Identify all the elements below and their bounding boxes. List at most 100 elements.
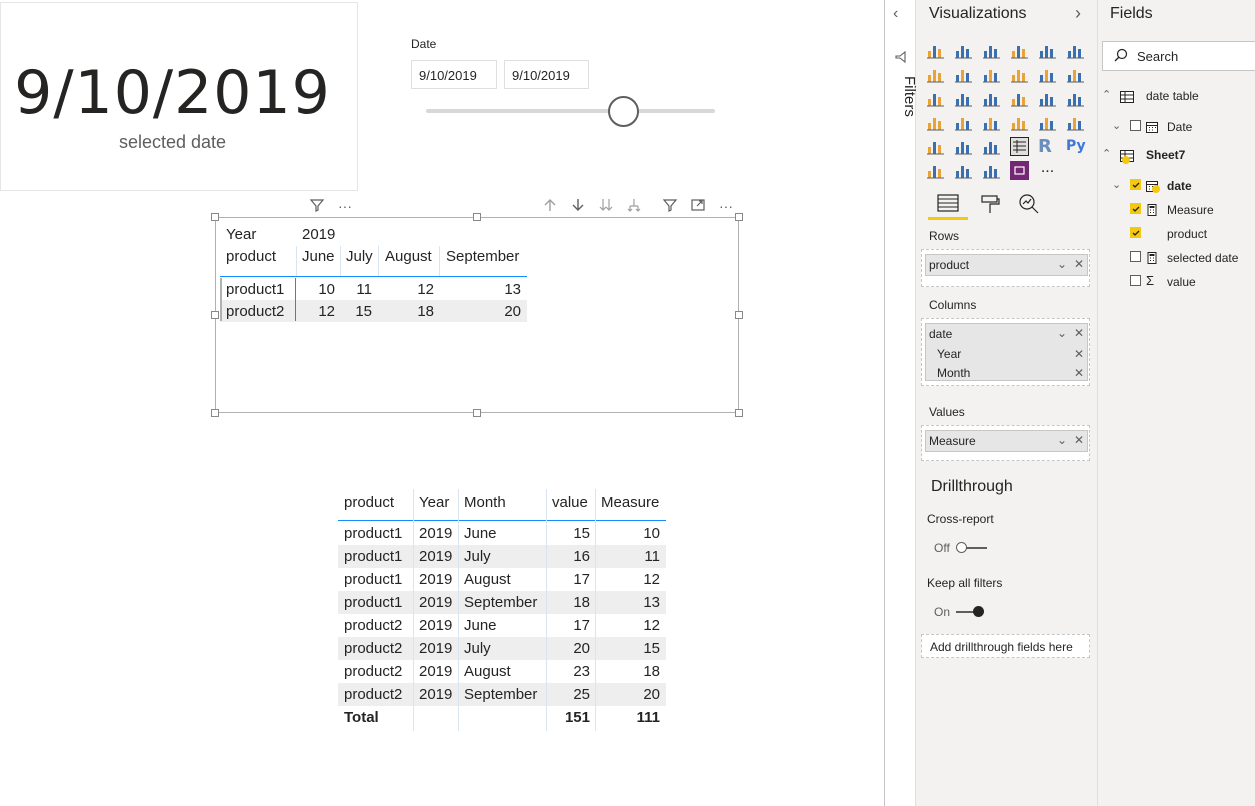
analytics-magnifier-icon[interactable] xyxy=(1018,193,1040,220)
shape-map-icon[interactable] xyxy=(954,113,973,132)
more-visuals-icon[interactable]: ... xyxy=(1038,160,1057,180)
matrix-month-header[interactable]: June xyxy=(302,248,335,265)
field-item[interactable]: ⌄ Date xyxy=(1100,116,1255,138)
field-item[interactable]: product xyxy=(1100,223,1255,245)
decomposition-tree-icon[interactable] xyxy=(954,161,973,180)
filled-map-icon[interactable] xyxy=(926,113,945,132)
slicer-start-date-input[interactable]: 9/10/2019 xyxy=(411,60,497,89)
table-visual[interactable]: product Year Month value Measure product… xyxy=(338,489,666,731)
field-checkbox[interactable] xyxy=(1130,120,1141,131)
expand-pane-icon[interactable]: › xyxy=(1075,3,1081,24)
expand-hierarchy-icon[interactable] xyxy=(625,197,643,215)
report-canvas[interactable]: 9/10/2019 selected date Date 9/10/2019 9… xyxy=(0,0,884,806)
clustered-bar-icon[interactable] xyxy=(982,41,1001,60)
r-visual-icon[interactable]: R xyxy=(1038,137,1057,156)
more-options-icon[interactable]: ··· xyxy=(717,197,735,215)
matrix-month-header[interactable]: September xyxy=(446,248,519,265)
donut-icon[interactable] xyxy=(1010,89,1029,108)
chevron-down-icon[interactable]: ⌄ xyxy=(1057,257,1067,271)
100-stacked-column-icon[interactable] xyxy=(1066,41,1085,60)
field-checkbox[interactable] xyxy=(1130,251,1141,262)
resize-handle[interactable] xyxy=(735,311,743,319)
format-paint-roller-icon[interactable] xyxy=(979,193,1001,220)
resize-handle[interactable] xyxy=(735,213,743,221)
matrix-row-label[interactable]: product1 xyxy=(226,281,284,298)
field-table-name[interactable]: Sheet7 xyxy=(1146,148,1185,162)
map-icon[interactable] xyxy=(1066,89,1085,108)
line-column-icon[interactable] xyxy=(1010,65,1029,84)
field-item[interactable]: Measure xyxy=(1100,199,1255,221)
chevron-down-icon[interactable]: ⌄ xyxy=(1057,433,1067,447)
kpi-icon[interactable] xyxy=(926,137,945,156)
slicer-icon[interactable] xyxy=(954,137,973,156)
line-clustered-column-icon[interactable] xyxy=(1038,65,1057,84)
pie-icon[interactable] xyxy=(982,89,1001,108)
field-checkbox[interactable] xyxy=(1130,203,1141,214)
table-row[interactable]: product1 2019 June 15 10 xyxy=(338,522,666,545)
keep-filters-toggle[interactable] xyxy=(955,605,988,619)
clustered-column-icon[interactable] xyxy=(1010,41,1029,60)
table-header[interactable]: value xyxy=(552,494,588,511)
table-header[interactable]: Measure xyxy=(601,494,659,511)
table-icon[interactable] xyxy=(982,137,1001,156)
close-icon[interactable]: ✕ xyxy=(1074,257,1084,271)
treemap-icon[interactable] xyxy=(1038,89,1057,108)
table-row[interactable]: product2 2019 June 17 12 xyxy=(338,614,666,637)
area-chart-icon[interactable] xyxy=(954,65,973,84)
close-icon[interactable]: ✕ xyxy=(1074,433,1084,447)
filter-icon[interactable] xyxy=(308,197,326,215)
stacked-area-icon[interactable] xyxy=(982,65,1001,84)
resize-handle[interactable] xyxy=(473,409,481,417)
chevron-up-icon[interactable]: ⌃ xyxy=(1102,88,1111,101)
qa-icon[interactable] xyxy=(982,161,1001,180)
power-apps-icon[interactable] xyxy=(1010,161,1029,180)
close-icon[interactable]: ✕ xyxy=(1074,326,1084,340)
resize-handle[interactable] xyxy=(211,213,219,221)
matrix-cell[interactable]: 13 xyxy=(439,281,521,298)
close-icon[interactable]: ✕ xyxy=(1074,366,1084,380)
more-options-icon[interactable]: ··· xyxy=(336,197,354,215)
filters-pane[interactable] xyxy=(884,0,916,806)
stacked-bar-icon[interactable] xyxy=(926,41,945,60)
multi-row-card-icon[interactable] xyxy=(1066,113,1085,132)
field-checkbox[interactable] xyxy=(1130,227,1141,238)
slicer-track[interactable] xyxy=(426,109,715,113)
ribbon-chart-icon[interactable] xyxy=(1066,65,1085,84)
matrix-month-header[interactable]: August xyxy=(385,248,432,265)
table-row[interactable]: product1 2019 July 16 11 xyxy=(338,545,666,568)
fields-well-icon[interactable] xyxy=(935,193,961,220)
drill-up-icon[interactable] xyxy=(541,197,559,215)
field-checkbox[interactable] xyxy=(1130,275,1141,286)
table-header[interactable]: Month xyxy=(464,494,506,511)
table-row[interactable]: product2 2019 July 20 15 xyxy=(338,637,666,660)
chevron-down-icon[interactable]: ⌄ xyxy=(1057,326,1067,340)
table-header[interactable]: product xyxy=(344,494,394,511)
line-chart-icon[interactable] xyxy=(926,65,945,84)
card-icon[interactable] xyxy=(1038,113,1057,132)
table-header[interactable]: Year xyxy=(419,494,449,511)
matrix-cell[interactable]: 12 xyxy=(296,303,335,320)
chevron-down-icon[interactable]: ⌄ xyxy=(1112,178,1121,191)
resize-handle[interactable] xyxy=(473,213,481,221)
chevron-up-icon[interactable]: ⌃ xyxy=(1102,147,1111,160)
matrix-cell[interactable]: 15 xyxy=(340,303,372,320)
table-row[interactable]: product2 2019 August 23 18 xyxy=(338,660,666,683)
filter-icon[interactable] xyxy=(661,197,679,215)
gauge-icon[interactable] xyxy=(1010,113,1029,132)
resize-handle[interactable] xyxy=(211,409,219,417)
scatter-icon[interactable] xyxy=(954,89,973,108)
key-influencers-icon[interactable] xyxy=(926,161,945,180)
field-item[interactable]: ⌄ date xyxy=(1100,175,1255,197)
table-total-row[interactable]: Total 151 111 xyxy=(338,706,666,729)
funnel-icon[interactable] xyxy=(982,113,1001,132)
cross-report-toggle[interactable] xyxy=(955,541,988,555)
matrix-cell[interactable]: 12 xyxy=(378,281,434,298)
close-icon[interactable]: ✕ xyxy=(1074,347,1084,361)
next-level-icon[interactable] xyxy=(597,197,615,215)
table-row[interactable]: product2 2019 September 25 20 xyxy=(338,683,666,706)
matrix-month-header[interactable]: July xyxy=(346,248,373,265)
100-stacked-bar-icon[interactable] xyxy=(1038,41,1057,60)
slicer-handle[interactable] xyxy=(607,96,639,127)
drill-down-icon[interactable] xyxy=(569,197,587,215)
resize-handle[interactable] xyxy=(211,311,219,319)
